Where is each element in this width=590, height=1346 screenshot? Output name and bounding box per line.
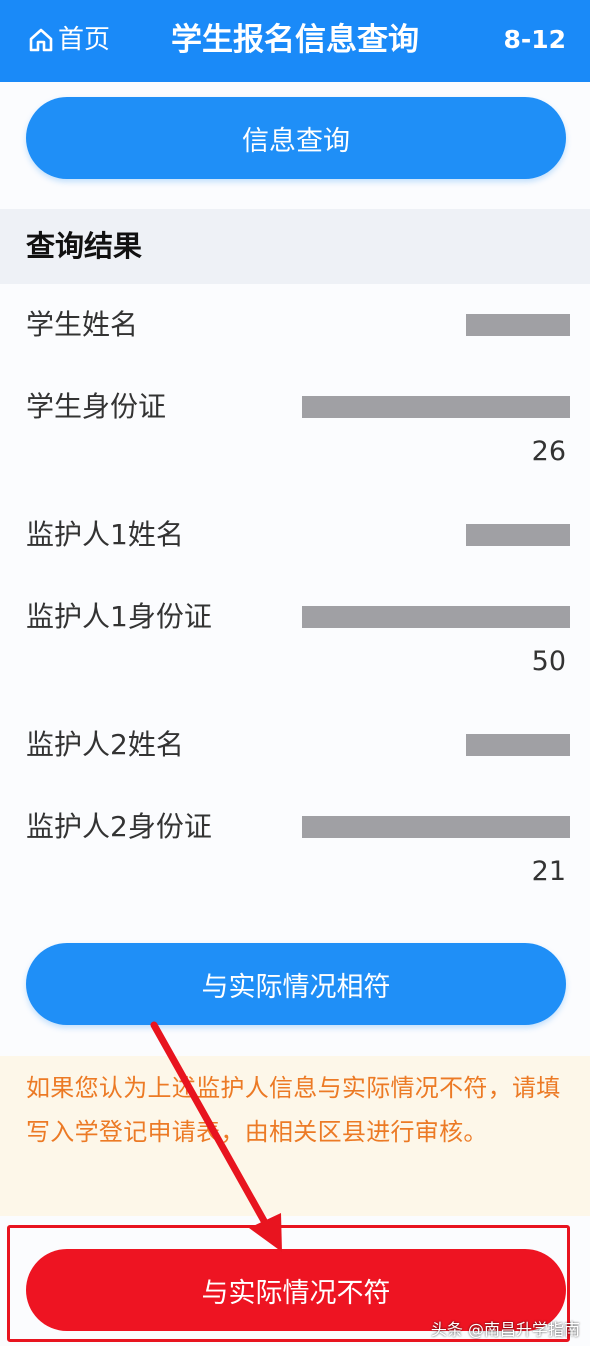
student-id-label: 学生身份证 bbox=[26, 390, 167, 423]
student-id-tail: 26 bbox=[531, 436, 566, 467]
guardian2-id-label: 监护人2身份证 bbox=[26, 810, 212, 843]
guardian1-id-label: 监护人1身份证 bbox=[26, 600, 212, 633]
student-name-label: 学生姓名 bbox=[26, 308, 139, 341]
matches-reality-button[interactable]: 与实际情况相符 bbox=[26, 943, 566, 1025]
redacted-guardian2-name bbox=[466, 734, 570, 756]
redacted-guardian1-id bbox=[302, 606, 570, 628]
notice-text: 如果您认为上述监护人信息与实际情况不符，请填写入学登记申请表，由相关区县进行审核… bbox=[26, 1074, 561, 1146]
guardian1-name-label: 监护人1姓名 bbox=[26, 518, 184, 551]
top-bar: 首页 学生报名信息查询 8-12 bbox=[0, 0, 590, 82]
results-section-title: 查询结果 bbox=[26, 229, 143, 263]
notice-box: 如果您认为上述监护人信息与实际情况不符，请填写入学登记申请表，由相关区县进行审核… bbox=[0, 1056, 590, 1216]
info-query-button[interactable]: 信息查询 bbox=[26, 97, 566, 179]
guardian2-name-label: 监护人2姓名 bbox=[26, 728, 184, 761]
page-title: 学生报名信息查询 bbox=[171, 22, 419, 58]
redacted-student-name bbox=[466, 314, 570, 336]
redacted-guardian2-id bbox=[302, 816, 570, 838]
date-label: 8-12 bbox=[503, 25, 566, 54]
redacted-guardian1-name bbox=[466, 524, 570, 546]
guardian1-id-tail: 50 bbox=[531, 646, 566, 677]
watermark: 头条 @南昌升学指南 bbox=[430, 1320, 580, 1339]
redacted-student-id bbox=[302, 396, 570, 418]
results-section-header: 查询结果 bbox=[0, 209, 590, 284]
guardian2-id-tail: 21 bbox=[531, 856, 566, 887]
